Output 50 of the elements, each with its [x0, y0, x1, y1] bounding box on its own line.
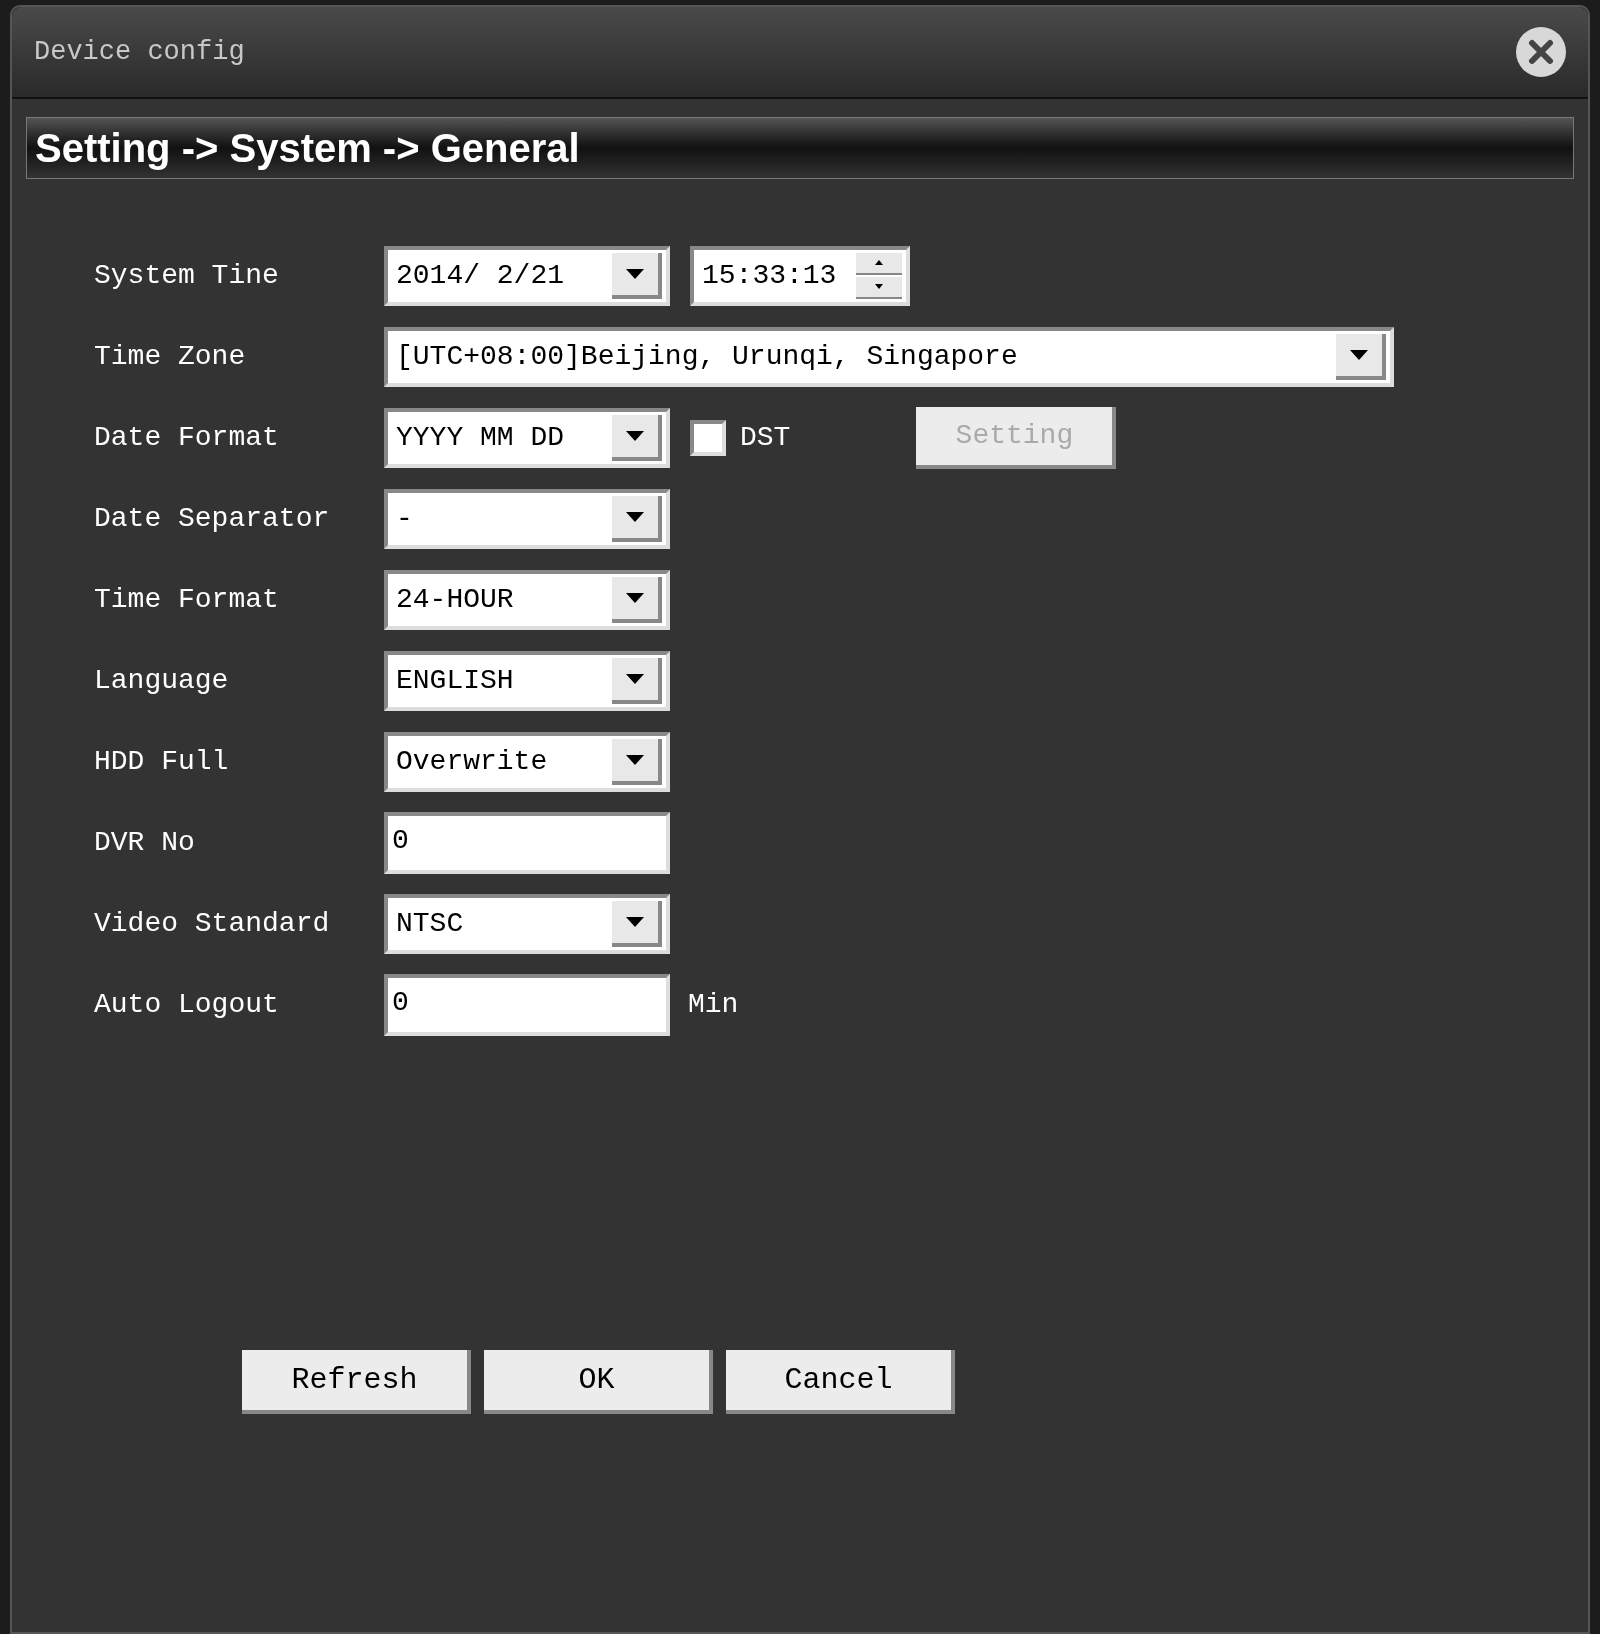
field-label: HDD Full	[94, 744, 230, 779]
dropdown-button[interactable]	[612, 252, 662, 299]
dropdown-field[interactable]: 2014/ 2/21	[384, 245, 670, 306]
caret-icon	[625, 672, 645, 685]
field-label: System Tine	[94, 258, 280, 293]
field-label: Date Separator	[94, 501, 331, 536]
time-spinner[interactable]: 15:33:13	[690, 245, 910, 306]
dialog-button[interactable]: Refresh	[242, 1350, 471, 1414]
field-label: Auto Logout	[94, 987, 280, 1022]
caret-icon	[1349, 348, 1369, 361]
dropdown-button[interactable]	[612, 900, 662, 947]
close-button[interactable]	[1516, 27, 1566, 77]
down-caret-icon	[875, 284, 883, 289]
dropdown-field[interactable]: [UTC+08:00]Beijing, Urunqi, Singapore	[384, 326, 1394, 387]
field-label: Time Zone	[94, 339, 247, 374]
dialog-button[interactable]: Cancel	[726, 1350, 955, 1414]
close-icon	[1528, 39, 1554, 65]
dropdown-button[interactable]	[612, 576, 662, 623]
caret-icon	[625, 753, 645, 766]
dropdown-button[interactable]	[612, 414, 662, 461]
section-title: Setting -> System -> General	[35, 125, 580, 172]
dialog-button[interactable]: OK	[484, 1350, 713, 1414]
window-title: Device config	[34, 35, 245, 69]
unit-label: Min	[688, 987, 739, 1022]
field-label: Language	[94, 663, 230, 698]
decrement-button[interactable]	[856, 276, 902, 299]
field-label: Video Standard	[94, 906, 331, 941]
dropdown-button[interactable]	[612, 657, 662, 704]
dropdown-field[interactable]: 24-HOUR	[384, 569, 670, 630]
dropdown-field[interactable]: -	[384, 488, 670, 549]
dropdown-button[interactable]	[1336, 333, 1386, 380]
caret-icon	[625, 591, 645, 604]
caret-icon	[625, 510, 645, 523]
input-field[interactable]: 0	[384, 811, 670, 874]
dst-checkbox[interactable]: DST	[690, 416, 791, 459]
dropdown-field[interactable]: YYYY MM DD	[384, 407, 670, 468]
dropdown-button[interactable]	[612, 495, 662, 542]
up-caret-icon	[875, 260, 883, 265]
increment-button[interactable]	[856, 252, 902, 275]
dropdown-field[interactable]: NTSC	[384, 893, 670, 954]
caret-icon	[625, 429, 645, 442]
field-label: Time Format	[94, 582, 280, 617]
caret-icon	[625, 915, 645, 928]
dropdown-field[interactable]: ENGLISH	[384, 650, 670, 711]
field-label: Date Format	[94, 420, 280, 455]
dropdown-field[interactable]: Overwrite	[384, 731, 670, 792]
dropdown-button[interactable]	[612, 738, 662, 785]
field-label: DVR No	[94, 825, 196, 860]
input-field[interactable]: 0	[384, 973, 670, 1036]
caret-icon	[625, 267, 645, 280]
